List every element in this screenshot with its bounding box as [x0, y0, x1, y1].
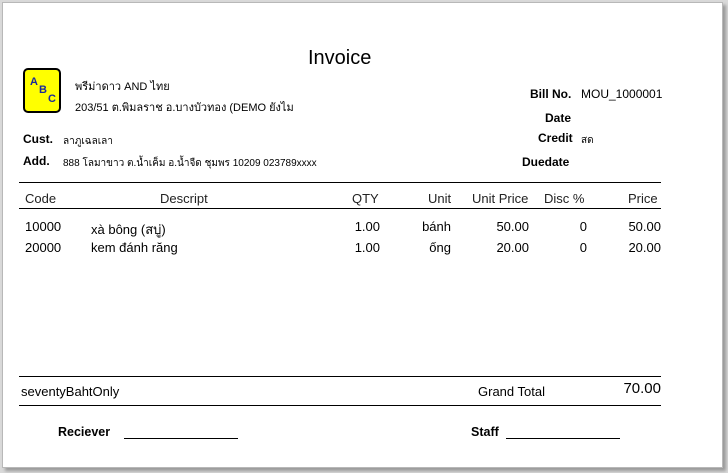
row-code: 10000	[25, 219, 62, 234]
table-top-rule	[19, 182, 661, 183]
logo-letter-a: A	[30, 76, 38, 88]
customer-value: ลาภูเฉลเลา	[63, 136, 113, 147]
receiver-label: Reciever	[58, 425, 111, 439]
amount-in-words: seventyBahtOnly	[21, 384, 120, 399]
company-address: 203/51 ต.พิมลราช อ.บางบัวทอง (DEMO ยังไม	[75, 102, 294, 114]
customer-label: Cust.	[23, 132, 53, 146]
header-unit: Unit	[428, 191, 452, 206]
total-bottom-rule	[19, 405, 661, 406]
header-price: Price	[628, 191, 658, 206]
row-qty: 1.00	[354, 219, 380, 234]
row-unit-price: 20.00	[496, 240, 529, 255]
row-qty: 1.00	[354, 240, 380, 255]
invoice-title: Invoice	[308, 47, 372, 69]
logo-letter-c: C	[48, 93, 56, 105]
address-label: Add.	[23, 154, 50, 168]
bill-no-label: Bill No.	[530, 87, 572, 101]
date-label: Date	[545, 111, 572, 125]
row-disc: 0	[579, 219, 587, 234]
credit-value: สด	[581, 135, 594, 146]
address-value: 888 โลมาขาว ต.น้ำเค็ม อ.น้ำจืด ชุมพร 102…	[63, 158, 317, 169]
company-name: พรีม่าดาว AND ไทย	[75, 81, 170, 93]
total-top-rule	[19, 376, 661, 377]
staff-label: Staff	[471, 425, 499, 439]
staff-signature-line	[506, 438, 620, 439]
row-price: 20.00	[628, 240, 661, 255]
company-logo: A B C	[23, 68, 61, 113]
row-disc: 0	[579, 240, 587, 255]
row-descript: xà bông (สบู่)	[91, 222, 166, 237]
receiver-signature-line	[124, 438, 238, 439]
logo-letter-b: B	[39, 84, 47, 96]
grand-total-value: 70.00	[623, 380, 661, 397]
row-code: 20000	[25, 240, 62, 255]
header-code: Code	[25, 191, 57, 206]
table-header-rule	[19, 208, 661, 209]
credit-label: Credit	[538, 131, 573, 145]
row-descript: kem đánh răng	[91, 240, 178, 255]
header-disc: Disc %	[544, 191, 585, 206]
row-unit: bánh	[422, 219, 451, 234]
row-unit: ống	[429, 240, 451, 255]
invoice-page: Invoice A B C พรีม่าดาว AND ไทย 203/51 ต…	[2, 2, 723, 468]
row-price: 50.00	[628, 219, 661, 234]
duedate-label: Duedate	[522, 155, 570, 169]
bill-no-value: MOU_1000001	[581, 87, 663, 101]
grand-total-label: Grand Total	[478, 384, 545, 399]
header-unit-price: Unit Price	[472, 191, 529, 206]
row-unit-price: 50.00	[496, 219, 529, 234]
header-qty: QTY	[352, 191, 379, 206]
header-descript: Descript	[160, 191, 208, 206]
